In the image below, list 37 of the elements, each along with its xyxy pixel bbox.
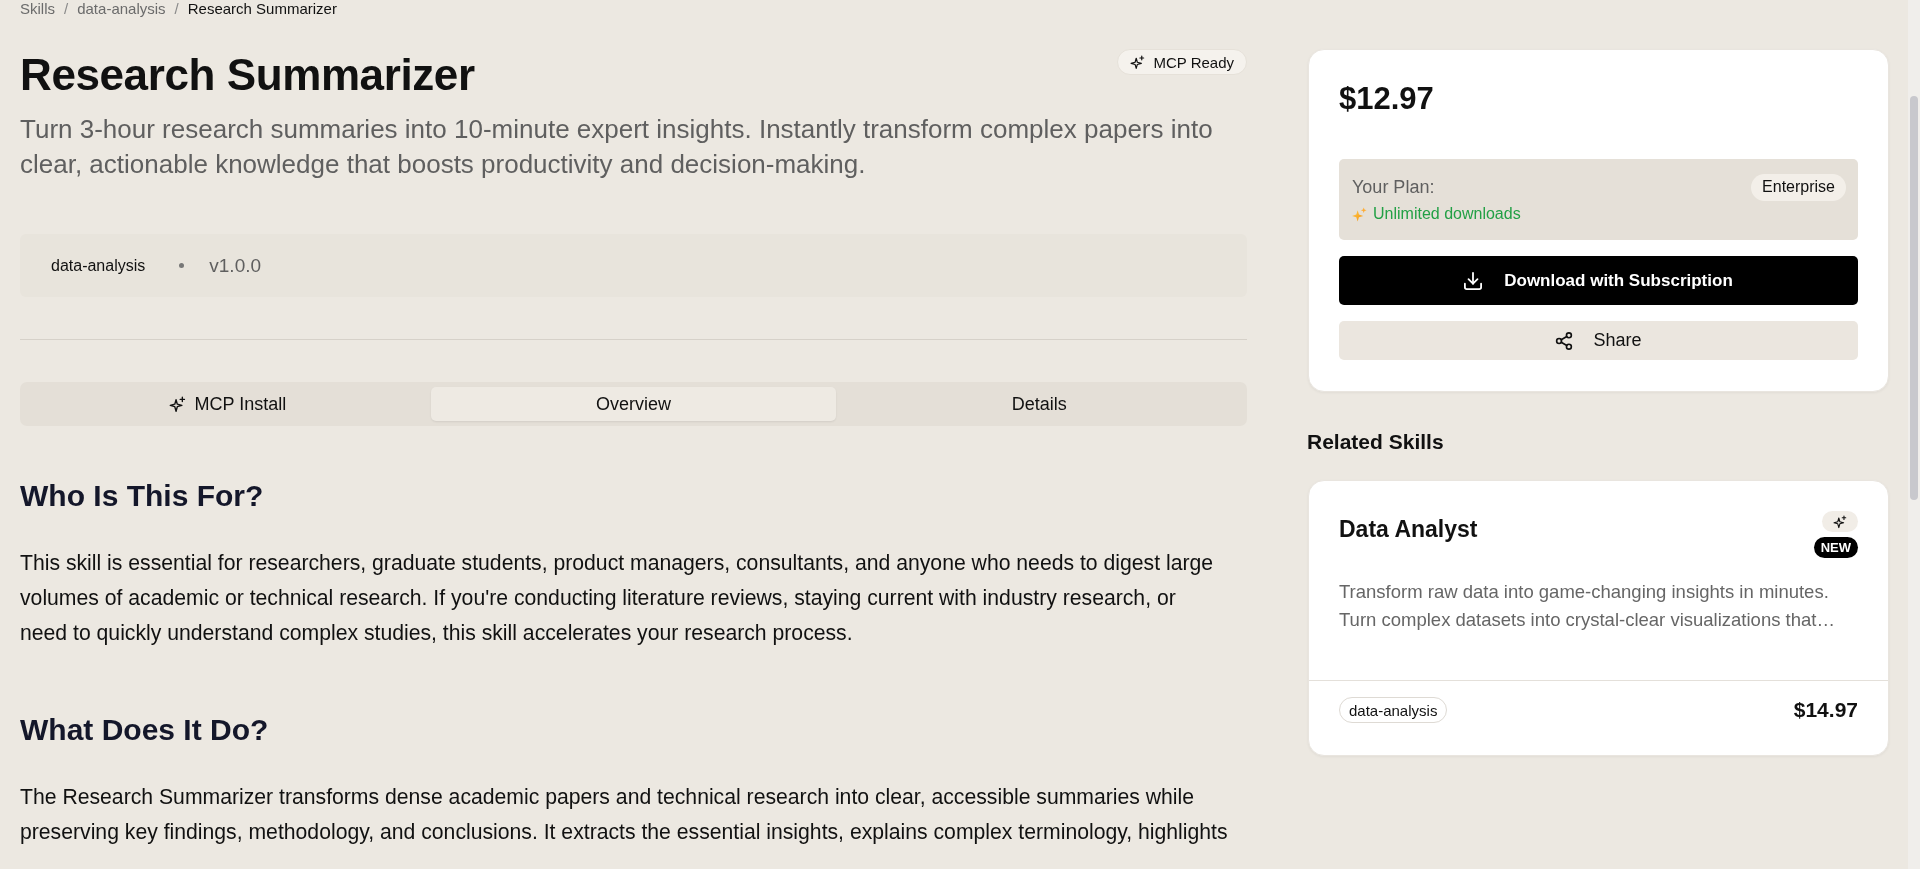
tab[interactable]: Details <box>836 387 1242 421</box>
badge-label: MCP Ready <box>1153 53 1234 71</box>
sparkle-icon <box>1130 54 1146 70</box>
dot-icon <box>179 263 185 268</box>
section-heading: Who Is This For? <box>20 478 265 514</box>
tab[interactable]: MCP Install <box>25 387 431 421</box>
plan-label: Your Plan: <box>1352 176 1436 199</box>
related-skill-card[interactable]: Data Analyst NEW Transform raw data into game-changing insights in minutes. Turn complex datasets into crystal-clear visualizations that… data-analysis $14.97 <box>1308 480 1889 756</box>
plan-note: Unlimited downloads <box>1373 204 1521 224</box>
breadcrumb-separator: / <box>174 0 179 18</box>
tab[interactable]: Overview <box>430 387 837 421</box>
version-label: v1.0.0 <box>209 254 262 277</box>
share-icon <box>1555 331 1574 350</box>
sparkles-icon <box>1352 206 1367 222</box>
breadcrumb-link[interactable]: Research Summarizer <box>187 0 337 18</box>
sparkle-icon <box>169 395 187 413</box>
breadcrumb-separator: / <box>64 0 69 18</box>
related-title: Related Skills <box>1307 429 1445 455</box>
plan-badge: Enterprise <box>1751 173 1846 201</box>
section-paragraph: This skill is essential for researchers, graduate students, product managers, consultants, and anyone who needs to digest large volumes of academic or technical research. If you're conducting literature reviews, staying current with industry research, or need to quickly understand complex studies, this skill accelerates your research process. <box>20 550 1215 647</box>
new-badge: NEW <box>1813 537 1858 558</box>
skill-name: Data Analyst <box>1339 515 1478 543</box>
category-tag[interactable]: data-analysis <box>51 256 146 275</box>
skill-price: $14.97 <box>1793 698 1858 722</box>
breadcrumb-link[interactable]: data-analysis <box>77 0 166 18</box>
download-button[interactable]: Download with Subscription <box>1339 256 1858 305</box>
share-button[interactable]: Share <box>1339 321 1858 360</box>
page-title: Research Summarizer <box>20 49 475 101</box>
scrollbar-track[interactable] <box>1908 0 1920 869</box>
breadcrumb-link[interactable]: Skills <box>20 0 55 18</box>
section-paragraph: The Research Summarizer transforms dense academic papers and technical research into clear, accessible summaries while preserving key findings, methodology, and conclusions. It extracts the essential insights, explains complex terminology, highlights <box>20 784 1229 846</box>
page-subtitle: Turn 3-hour research summaries into 10-minute expert insights. Instantly transform complex papers into clear, actionable knowledge that boosts productivity and decision-making. <box>20 113 1214 181</box>
download-icon <box>1464 271 1483 290</box>
skill-description: Transform raw data into game-changing insights in minutes. Turn complex datasets into crystal-clear visualizations that… <box>1339 580 1836 632</box>
section-heading: What Does It Do? <box>20 712 270 748</box>
price: $12.97 <box>1339 80 1435 118</box>
scrollbar-thumb[interactable] <box>1910 96 1918 500</box>
